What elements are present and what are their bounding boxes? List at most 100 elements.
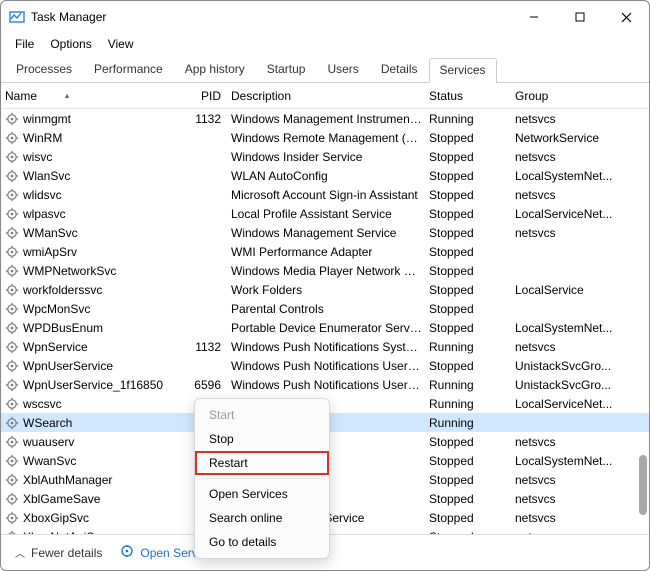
menu-file[interactable]: File — [7, 35, 42, 53]
ctx-open-services[interactable]: Open Services — [195, 482, 329, 506]
cell-description: Windows Insider Service — [231, 150, 429, 164]
cell-name: wuauserv — [23, 435, 181, 449]
cell-group: netsvcs — [515, 226, 623, 240]
cell-name: XblAuthManager — [23, 473, 181, 487]
cell-name: wmiApSrv — [23, 245, 181, 259]
cell-status: Stopped — [429, 131, 515, 145]
cell-name: WMPNetworkSvc — [23, 264, 181, 278]
vertical-scrollbar[interactable] — [637, 115, 647, 535]
tab-app-history[interactable]: App history — [174, 57, 256, 82]
cell-group: UnistackSvcGro... — [515, 378, 623, 392]
ctx-go-to-details[interactable]: Go to details — [195, 530, 329, 554]
cell-name: WlanSvc — [23, 169, 181, 183]
service-icon — [5, 416, 19, 430]
cell-description: Windows Push Notifications User Serv... — [231, 378, 429, 392]
app-icon — [9, 9, 25, 25]
table-row[interactable]: WpcMonSvcParental ControlsStopped — [1, 299, 649, 318]
table-row[interactable]: WpnUserServiceWindows Push Notifications… — [1, 356, 649, 375]
ctx-search-online[interactable]: Search online — [195, 506, 329, 530]
cell-status: Stopped — [429, 302, 515, 316]
cell-description: Windows Push Notifications System S... — [231, 340, 429, 354]
cell-group: LocalSystemNet... — [515, 321, 623, 335]
column-header-description[interactable]: Description — [231, 89, 429, 103]
table-row[interactable]: WlanSvcWLAN AutoConfigStoppedLocalSystem… — [1, 166, 649, 185]
tab-users[interactable]: Users — [316, 57, 369, 82]
cell-description: WMI Performance Adapter — [231, 245, 429, 259]
cell-status: Stopped — [429, 321, 515, 335]
cell-name: WpnService — [23, 340, 181, 354]
cell-group: UnistackSvcGro... — [515, 359, 623, 373]
cell-status: Stopped — [429, 169, 515, 183]
context-menu: Start Stop Restart Open Services Search … — [194, 398, 330, 559]
cell-group: netsvcs — [515, 150, 623, 164]
service-icon — [5, 378, 19, 392]
service-icon — [5, 321, 19, 335]
column-header-group[interactable]: Group — [515, 89, 623, 103]
cell-description: Windows Push Notifications User Serv... — [231, 359, 429, 373]
column-header-name[interactable]: Name▴ — [5, 89, 181, 103]
table-row[interactable]: WpnUserService_1f168506596Windows Push N… — [1, 375, 649, 394]
table-row[interactable]: WMPNetworkSvcWindows Media Player Networ… — [1, 261, 649, 280]
cell-group: LocalServiceNet... — [515, 207, 623, 221]
cell-group: LocalServiceNet... — [515, 397, 623, 411]
cell-name: WManSvc — [23, 226, 181, 240]
tab-startup[interactable]: Startup — [256, 57, 317, 82]
table-row[interactable]: wmiApSrv WMI Performance AdapterStopped — [1, 242, 649, 261]
menu-options[interactable]: Options — [42, 35, 99, 53]
cell-status: Stopped — [429, 492, 515, 506]
cell-status: Stopped — [429, 359, 515, 373]
cell-name: workfolderssvc — [23, 283, 181, 297]
scroll-thumb[interactable] — [639, 455, 647, 515]
sort-ascending-icon: ▴ — [65, 91, 69, 100]
column-header-row: Name▴ PID Description Status Group — [1, 83, 649, 109]
cell-status: Stopped — [429, 226, 515, 240]
tab-details[interactable]: Details — [370, 57, 429, 82]
table-row[interactable]: WpnService1132Windows Push Notifications… — [1, 337, 649, 356]
maximize-button[interactable] — [557, 1, 603, 33]
cell-status: Running — [429, 340, 515, 354]
cell-group: netsvcs — [515, 473, 623, 487]
window-title: Task Manager — [31, 10, 511, 24]
column-header-pid[interactable]: PID — [181, 89, 231, 103]
table-row[interactable]: wlidsvcMicrosoft Account Sign-in Assista… — [1, 185, 649, 204]
close-button[interactable] — [603, 1, 649, 33]
cell-status: Stopped — [429, 188, 515, 202]
service-icon — [5, 245, 19, 259]
cell-description: WLAN AutoConfig — [231, 169, 429, 183]
cell-name: wscsvc — [23, 397, 181, 411]
cell-name: wlpasvc — [23, 207, 181, 221]
fewer-details-button[interactable]: ︿ Fewer details — [15, 545, 102, 560]
minimize-button[interactable] — [511, 1, 557, 33]
menubar: File Options View — [1, 33, 649, 55]
cell-status: Stopped — [429, 207, 515, 221]
tab-processes[interactable]: Processes — [5, 57, 83, 82]
cell-group: netsvcs — [515, 340, 623, 354]
ctx-restart[interactable]: Restart — [195, 451, 329, 475]
table-row[interactable]: WinRMWindows Remote Management (WS-...St… — [1, 128, 649, 147]
titlebar: Task Manager — [1, 1, 649, 33]
column-header-status[interactable]: Status — [429, 89, 515, 103]
table-row[interactable]: winmgmt1132Windows Management Instrument… — [1, 109, 649, 128]
ctx-stop[interactable]: Stop — [195, 427, 329, 451]
cell-name: XboxGipSvc — [23, 511, 181, 525]
cell-name: WwanSvc — [23, 454, 181, 468]
tab-services[interactable]: Services — [429, 58, 497, 83]
tab-performance[interactable]: Performance — [83, 57, 174, 82]
cell-group: netsvcs — [515, 112, 623, 126]
service-icon — [5, 131, 19, 145]
table-row[interactable]: WPDBusEnumPortable Device Enumerator Ser… — [1, 318, 649, 337]
menu-view[interactable]: View — [100, 35, 142, 53]
table-row[interactable]: wisvcWindows Insider ServiceStoppednetsv… — [1, 147, 649, 166]
table-row[interactable]: wlpasvc Local Profile Assistant ServiceSt… — [1, 204, 649, 223]
cell-description: Local Profile Assistant Service — [231, 207, 429, 221]
cell-description: Windows Management Instrumentation — [231, 112, 429, 126]
service-icon — [5, 435, 19, 449]
service-icon — [5, 226, 19, 240]
cell-pid: 6596 — [181, 378, 231, 392]
cell-group: netsvcs — [515, 511, 623, 525]
cell-group: netsvcs — [515, 435, 623, 449]
cell-status: Stopped — [429, 245, 515, 259]
ctx-separator — [203, 478, 321, 479]
table-row[interactable]: workfolderssvcWork FoldersStoppedLocalSe… — [1, 280, 649, 299]
table-row[interactable]: WManSvcWindows Management ServiceStopped… — [1, 223, 649, 242]
